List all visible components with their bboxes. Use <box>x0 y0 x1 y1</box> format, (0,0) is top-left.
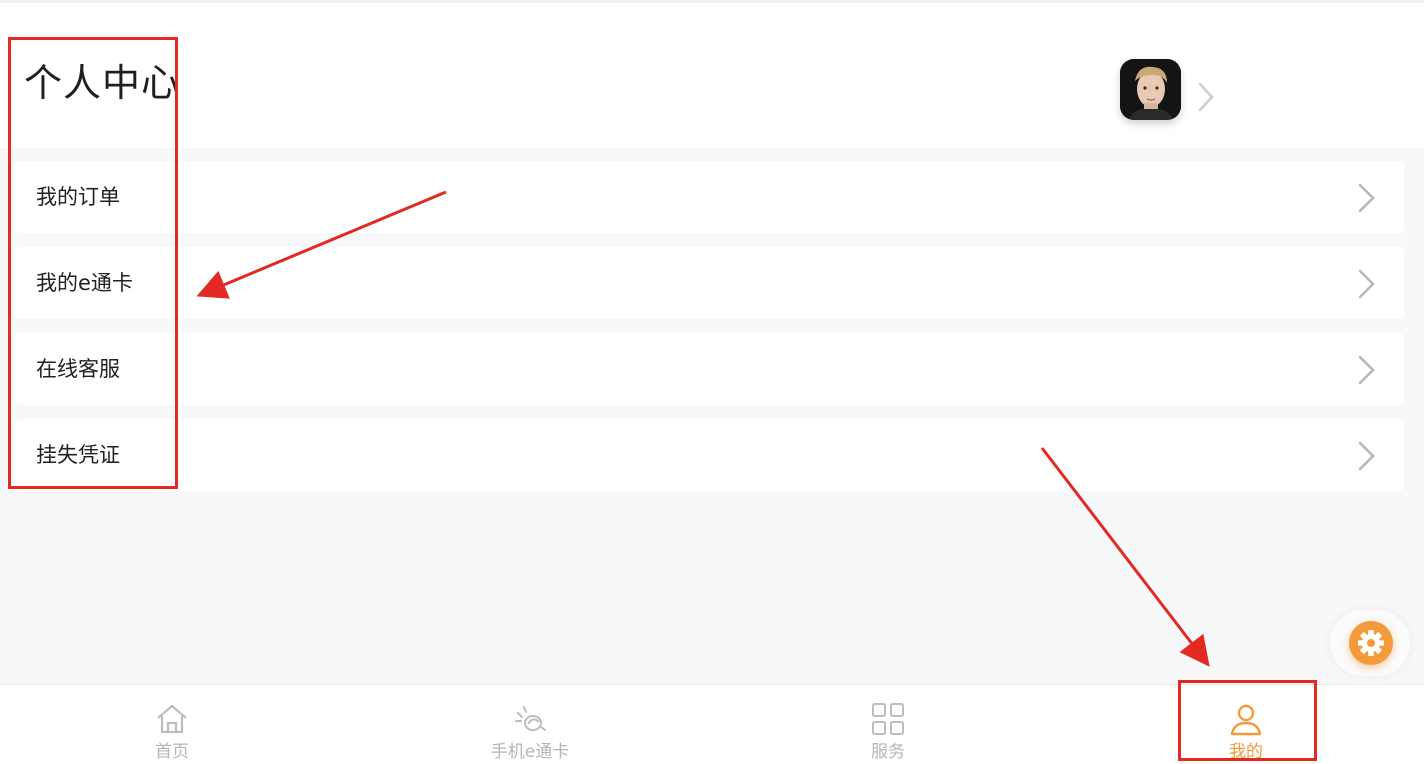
tab-mobile-ecard[interactable]: 手机e通卡 <box>440 685 620 764</box>
user-icon <box>1230 704 1262 736</box>
avatar[interactable] <box>1120 59 1181 120</box>
tab-services[interactable]: 服务 <box>798 685 978 764</box>
menu-item-label: 我的e通卡 <box>36 271 133 295</box>
profile-header: 个人中心 <box>0 0 1424 148</box>
menu-item-my-orders[interactable]: 我的订单 <box>14 161 1404 233</box>
menu-item-label: 在线客服 <box>36 357 120 381</box>
menu-item-label: 挂失凭证 <box>36 443 120 467</box>
menu-item-online-service[interactable]: 在线客服 <box>14 333 1404 405</box>
tab-label: 手机e通卡 <box>490 742 570 762</box>
tab-label: 首页 <box>155 742 189 762</box>
chevron-right-icon <box>1358 355 1375 385</box>
grid-icon <box>872 703 904 735</box>
chevron-right-icon <box>1358 269 1375 299</box>
menu-item-loss-report[interactable]: 挂失凭证 <box>14 419 1404 491</box>
tab-label: 服务 <box>871 742 905 762</box>
tab-label: 我的 <box>1229 742 1263 762</box>
chevron-right-icon <box>1358 441 1375 471</box>
chevron-right-icon[interactable] <box>1194 80 1218 114</box>
home-icon <box>157 704 187 734</box>
user-avatar-icon <box>1120 59 1181 120</box>
gear-icon <box>1349 621 1393 665</box>
nfc-card-icon <box>515 706 546 731</box>
page-title: 个人中心 <box>24 61 181 105</box>
menu-item-my-ecard[interactable]: 我的e通卡 <box>14 247 1404 319</box>
tab-home[interactable]: 首页 <box>82 685 262 764</box>
floating-settings-button[interactable] <box>1330 610 1410 676</box>
bottom-tab-bar: 首页 手机e通卡 服务 我的 <box>0 684 1424 764</box>
chevron-right-icon <box>1358 183 1375 213</box>
tab-mine[interactable]: 我的 <box>1156 685 1336 764</box>
menu-item-label: 我的订单 <box>36 185 120 209</box>
